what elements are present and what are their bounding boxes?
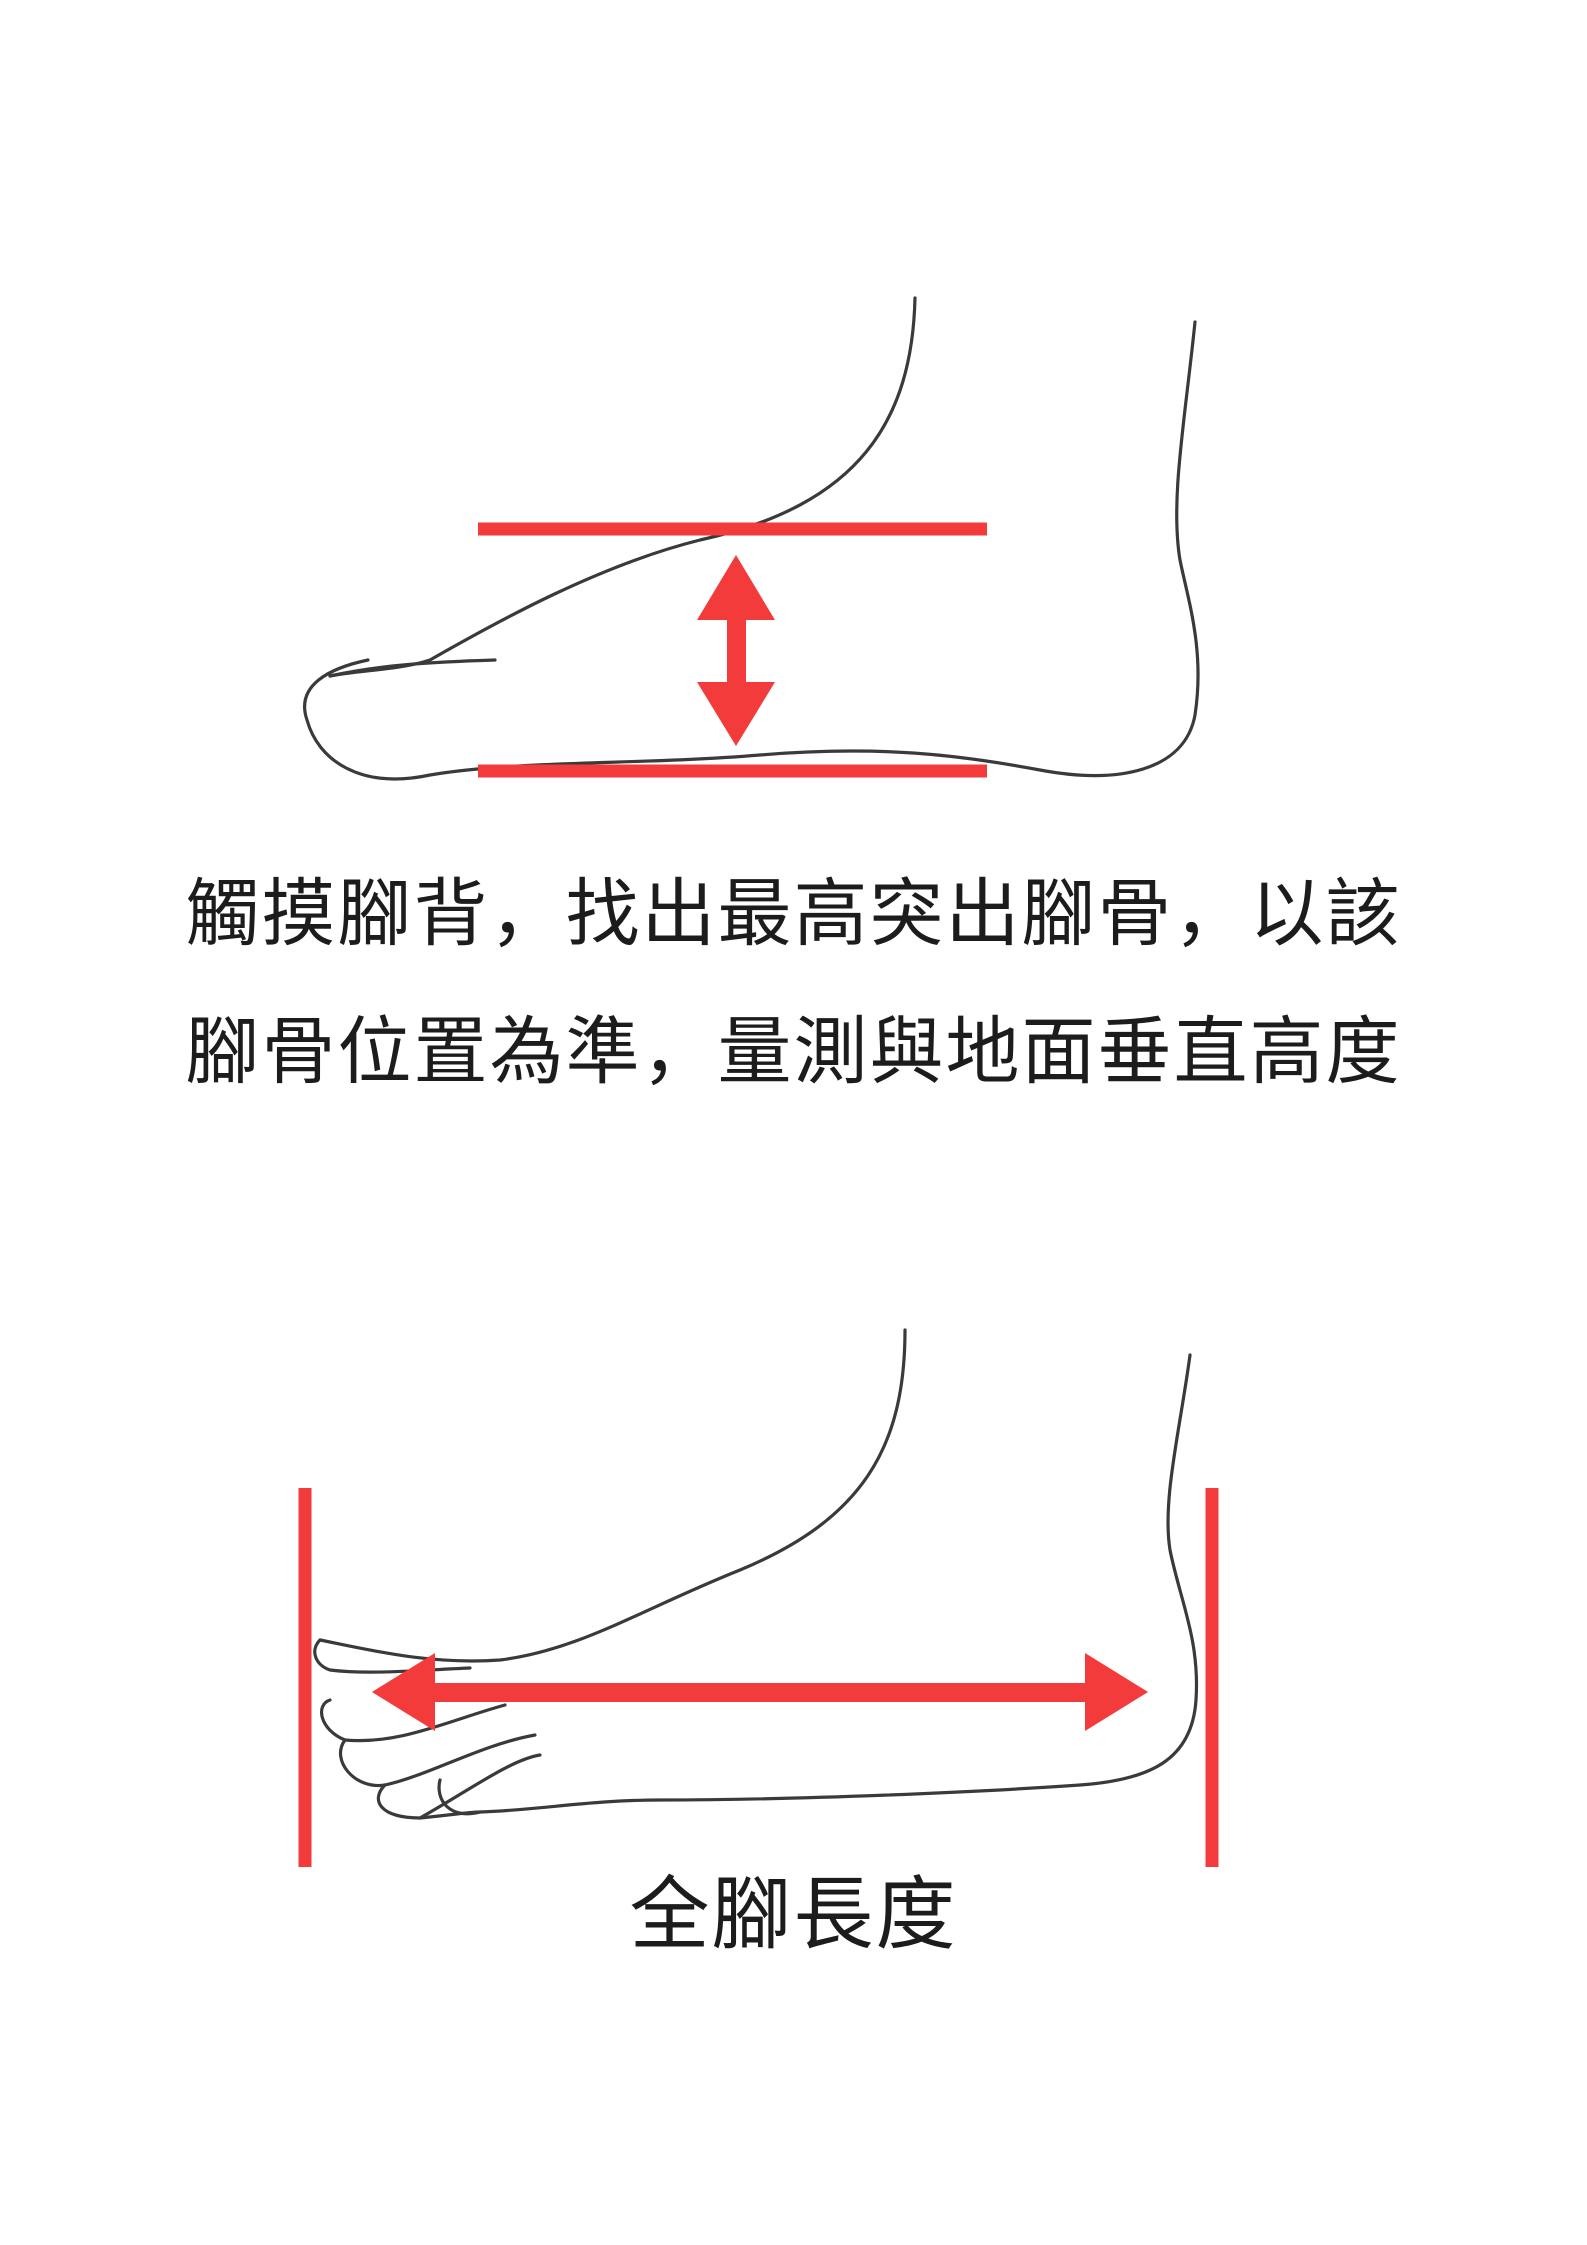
foot-length-diagram [298, 1328, 1219, 1867]
instep-height-diagram [303, 296, 1200, 781]
foot-side-outline-2 [313, 1328, 1199, 1820]
vertical-double-arrow [697, 555, 775, 746]
foot-length-caption: 全腳長度 [629, 1868, 958, 1961]
caption-line-1: 觸摸腳背，找出最高突出腳骨，以該 [185, 871, 1402, 957]
horizontal-double-arrow [372, 1653, 1148, 1731]
foot-length-figure [0, 1310, 1587, 1880]
instep-height-caption: 觸摸腳背，找出最高突出腳骨，以該 腳骨位置為準，量測與地面垂直高度 [0, 845, 1587, 1121]
caption-line-2: 腳骨位置為準，量測與地面垂直高度 [185, 1009, 1402, 1095]
instep-height-figure [0, 280, 1587, 800]
